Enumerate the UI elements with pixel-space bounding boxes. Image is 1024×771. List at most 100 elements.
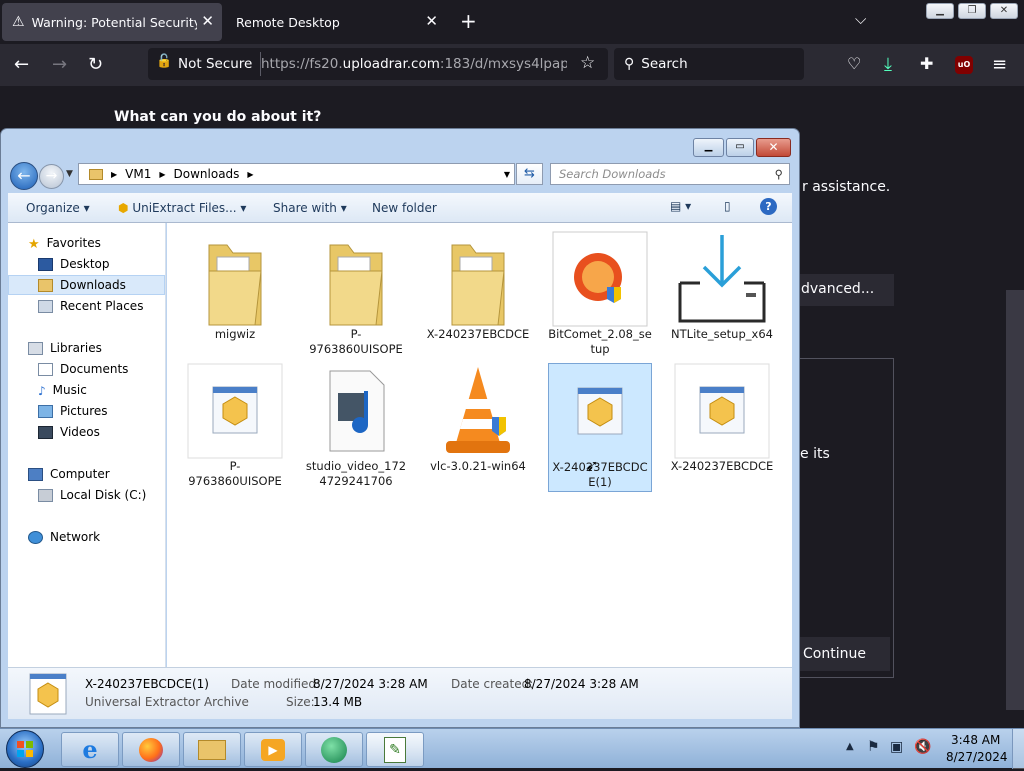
nav-desktop[interactable]: Desktop <box>38 254 110 274</box>
preview-pane-icon[interactable]: ▯ <box>724 199 731 213</box>
file-name: BitComet_2.08_setup <box>548 327 652 356</box>
size-label: Size: <box>286 695 315 709</box>
close-window-button[interactable]: ✕ <box>990 3 1018 19</box>
tab-label: Remote Desktop <box>236 14 340 30</box>
file-item-migwiz[interactable]: migwiz <box>183 231 287 342</box>
file-item-p-archive[interactable]: P-9763860UISOPE <box>183 363 287 489</box>
file-item-x-folder[interactable]: X-240237EBCDCE <box>426 231 530 342</box>
network-status-icon[interactable]: ▣ <box>890 739 903 755</box>
scrollbar[interactable] <box>1006 290 1024 710</box>
bookmark-star-icon[interactable]: ☆ <box>580 53 595 73</box>
file-item-x-archive-1[interactable]: X-240237EBCDCE(1) ➶ <box>548 363 652 492</box>
clock-date[interactable]: 8/27/2024 <box>946 750 1008 764</box>
date-created-label: Date created: <box>451 677 534 691</box>
media-player-icon: ▶ <box>261 738 285 761</box>
panel-text: e its <box>800 446 830 462</box>
close-icon[interactable]: ✕ <box>425 12 438 30</box>
share-with-button[interactable]: Share with ▾ <box>273 201 347 215</box>
minimize-button[interactable]: ▁ <box>926 3 954 19</box>
minimize-button[interactable]: ▁ <box>693 138 724 157</box>
nav-local-disk[interactable]: Local Disk (C:) <box>38 485 146 505</box>
nav-downloads[interactable]: Downloads <box>8 275 165 295</box>
pocket-icon[interactable]: ♡ <box>847 54 861 73</box>
nav-documents[interactable]: Documents <box>38 359 128 379</box>
folder-icon <box>198 739 226 760</box>
uniextract-button[interactable]: ⬢ UniExtract Files... ▾ <box>118 201 246 215</box>
not-secure-label: Not Secure <box>178 56 253 72</box>
file-item-p-folder[interactable]: P-9763860UISOPE <box>304 231 408 357</box>
nav-favorites[interactable]: ★ Favorites <box>28 233 101 253</box>
search-placeholder: Search Downloads <box>559 167 666 181</box>
command-bar: Organize ▾ ⬢ UniExtract Files... ▾ Share… <box>8 193 792 223</box>
extensions-icon[interactable]: ✚ <box>920 54 933 73</box>
close-icon[interactable]: ✕ <box>201 12 214 30</box>
date-created-value: 8/27/2024 3:28 AM <box>524 677 639 691</box>
breadcrumb-vm1[interactable]: VM1 <box>125 167 151 181</box>
nav-network[interactable]: Network <box>28 527 100 547</box>
date-modified-value: 8/27/2024 3:28 AM <box>313 677 428 691</box>
advanced-button[interactable]: dvanced... <box>795 274 894 306</box>
lock-warning-icon[interactable]: 🔓 <box>156 54 172 69</box>
organize-button[interactable]: Organize ▾ <box>26 201 90 215</box>
star-icon: ★ <box>28 236 40 252</box>
new-tab-icon[interactable]: + <box>460 9 477 33</box>
media-player-button[interactable]: ▶ <box>244 732 302 767</box>
firefox-button[interactable] <box>122 732 180 767</box>
tab-security-warning[interactable]: ⚠ Warning: Potential Security Risk Ahead… <box>2 3 222 41</box>
tab-remote-desktop[interactable]: Remote Desktop ✕ <box>226 3 446 41</box>
nav-libraries[interactable]: Libraries <box>28 338 102 358</box>
nav-computer[interactable]: Computer <box>28 464 110 484</box>
windows-logo-icon <box>17 741 33 757</box>
downloads-icon[interactable]: ⤓ <box>884 54 892 75</box>
continue-button[interactable]: Continue <box>795 637 890 671</box>
refresh-button[interactable]: ⇆ <box>516 163 543 185</box>
new-folder-button[interactable]: New folder <box>372 201 437 215</box>
forward-arrow-icon[interactable]: → <box>52 54 67 75</box>
dropdown-arrow-icon[interactable]: ▼ <box>504 170 510 179</box>
file-item-ntlite[interactable]: NTLite_setup_x64 <box>670 231 774 342</box>
view-options-icon[interactable]: ▤ ▾ <box>670 199 691 213</box>
show-hidden-icons-icon[interactable]: ▲ <box>846 741 854 752</box>
recent-pages-chevron-icon[interactable]: ▼ <box>66 169 73 179</box>
url-bar[interactable]: 🔓 Not Secure https://fs20.uploadrar.com:… <box>148 48 608 80</box>
nav-recent-places[interactable]: Recent Places <box>38 296 143 316</box>
file-item-bitcomet[interactable]: BitComet_2.08_setup <box>548 231 652 357</box>
url-text[interactable]: https://fs20.uploadrar.com:183/d/mxsys4l… <box>261 56 567 72</box>
menu-icon[interactable]: ≡ <box>992 54 1007 75</box>
assistance-text: r assistance. <box>802 179 891 195</box>
maximize-button[interactable]: ▭ <box>726 138 754 157</box>
internet-explorer-button[interactable]: e <box>61 732 119 767</box>
clock-time[interactable]: 3:48 AM <box>951 733 1000 747</box>
help-icon[interactable]: ? <box>760 198 777 215</box>
nav-pictures[interactable]: Pictures <box>38 401 108 421</box>
file-item-studio-video[interactable]: studio_video_1724729241706 <box>304 363 408 489</box>
reload-icon[interactable]: ↻ <box>88 54 103 75</box>
file-item-x-archive[interactable]: X-240237EBCDCE <box>670 363 774 474</box>
restore-button[interactable]: ❐ <box>958 3 986 19</box>
close-button[interactable]: ✕ <box>756 138 791 157</box>
ublock-icon[interactable]: uO <box>955 56 973 74</box>
start-button[interactable] <box>6 730 44 768</box>
archive-icon <box>187 363 283 459</box>
file-name: studio_video_1724729241706 <box>305 459 407 488</box>
chevron-down-icon[interactable]: ⌵ <box>855 10 866 28</box>
file-name: X-240237EBCDCE <box>426 327 530 341</box>
search-downloads-input[interactable]: Search Downloads ⚲ <box>550 163 790 185</box>
show-desktop-button[interactable] <box>1012 729 1024 769</box>
notepad-button[interactable]: ✎ <box>366 732 424 767</box>
search-bar[interactable]: ⚲ Search <box>614 48 804 80</box>
file-item-vlc[interactable]: vlc-3.0.21-win64 <box>426 363 530 474</box>
action-center-flag-icon[interactable]: ⚑ <box>867 739 880 755</box>
app-button[interactable] <box>305 732 363 767</box>
selected-file-name: X-240237EBCDCE(1) <box>85 677 209 691</box>
back-arrow-icon[interactable]: ← <box>14 54 29 75</box>
address-bar[interactable]: ▶ VM1 ▶ Downloads ▶ ▼ <box>78 163 515 185</box>
nav-music[interactable]: ♪ Music <box>38 380 87 400</box>
file-explorer-button[interactable] <box>183 732 241 767</box>
file-name: P-9763860UISOPE <box>188 459 282 488</box>
nav-videos[interactable]: Videos <box>38 422 100 442</box>
breadcrumb-downloads[interactable]: Downloads <box>174 167 240 181</box>
volume-muted-icon[interactable]: 🔇 <box>914 739 931 755</box>
back-button[interactable]: ← <box>10 162 38 190</box>
forward-button[interactable]: → <box>39 164 64 189</box>
